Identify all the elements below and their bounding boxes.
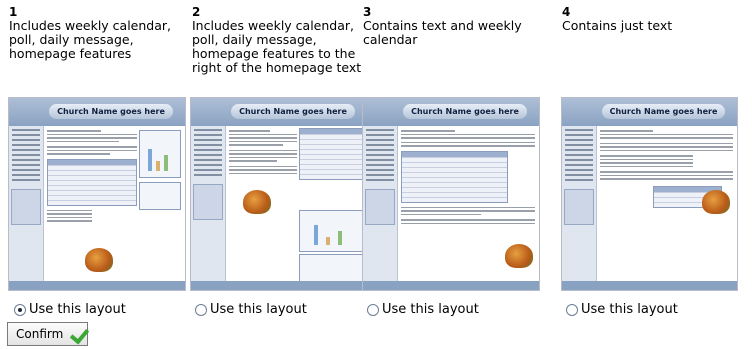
- layout-description: Includes weekly calendar, poll, daily me…: [9, 18, 171, 61]
- layout-option-label[interactable]: Use this layout: [382, 302, 479, 317]
- layout-option-label[interactable]: Use this layout: [210, 302, 307, 317]
- confirm-button[interactable]: Confirm: [7, 322, 88, 346]
- radio-icon[interactable]: [367, 303, 379, 316]
- layout-1-info: 1 Includes weekly calendar, poll, daily …: [9, 6, 179, 61]
- layout-2-radio-row[interactable]: Use this layout: [195, 302, 307, 317]
- radio-icon[interactable]: [14, 303, 26, 316]
- thumbnail-site-title: Church Name goes here: [403, 104, 527, 119]
- checkmark-icon: [69, 326, 87, 342]
- layout-description: Includes weekly calendar, poll, daily me…: [192, 18, 362, 75]
- layout-2-info: 2 Includes weekly calendar, poll, daily …: [192, 6, 362, 75]
- layout-4-info: 4 Contains just text: [562, 6, 737, 33]
- layout-1-radio-row[interactable]: Use this layout: [14, 302, 126, 317]
- layout-option-label[interactable]: Use this layout: [581, 302, 678, 317]
- layout-2-thumbnail[interactable]: Church Name goes here: [190, 97, 368, 291]
- confirm-label[interactable]: Confirm: [16, 327, 63, 341]
- thumbnail-site-title: Church Name goes here: [231, 104, 355, 119]
- layout-4-radio-row[interactable]: Use this layout: [566, 302, 678, 317]
- radio-icon[interactable]: [566, 303, 578, 316]
- layout-3-thumbnail[interactable]: Church Name goes here: [362, 97, 540, 291]
- radio-icon[interactable]: [195, 303, 207, 316]
- layout-description: Contains just text: [562, 18, 673, 33]
- layout-1-thumbnail[interactable]: Church Name goes here: [8, 97, 186, 291]
- thumbnail-site-title: Church Name goes here: [602, 104, 725, 119]
- layout-3-info: 3 Contains text and weekly calendar: [363, 6, 538, 47]
- thumbnail-site-title: Church Name goes here: [49, 104, 173, 119]
- layout-option-label[interactable]: Use this layout: [29, 302, 126, 317]
- layout-4-thumbnail[interactable]: Church Name goes here: [561, 97, 738, 291]
- layout-description: Contains text and weekly calendar: [363, 18, 522, 47]
- layout-3-radio-row[interactable]: Use this layout: [367, 302, 479, 317]
